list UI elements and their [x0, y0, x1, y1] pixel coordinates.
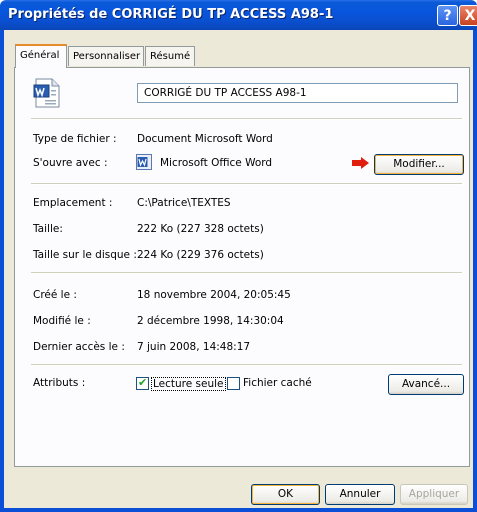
advanced-button-label: Avancé... [401, 378, 451, 390]
cancel-button[interactable]: Annuler [325, 484, 395, 505]
separator [31, 118, 462, 120]
window-title: Propriétés de CORRIGÉ DU TP ACCESS A98-1 [8, 7, 334, 22]
apply-button-label: Appliquer [408, 488, 460, 500]
separator [31, 183, 462, 185]
file-name-value: CORRIGÉ DU TP ACCESS A98-1 [144, 87, 307, 99]
modified-label: Modifié le : [33, 315, 91, 327]
hidden-label[interactable]: Fichier caché [243, 377, 312, 389]
file-name-field[interactable]: CORRIGÉ DU TP ACCESS A98-1 [137, 83, 458, 103]
red-arrow-icon [352, 157, 369, 169]
modified-value: 2 décembre 1998, 14:30:04 [137, 315, 284, 327]
file-type-value: Document Microsoft Word [137, 133, 273, 145]
created-value: 18 novembre 2004, 20:05:45 [137, 289, 291, 301]
location-label: Emplacement : [33, 197, 113, 209]
word-document-icon [33, 78, 60, 108]
close-button[interactable]: X [459, 5, 477, 26]
change-button-label: Modifier... [393, 158, 445, 170]
cancel-button-label: Annuler [339, 488, 381, 500]
location-value: C:\Patrice\TEXTES [137, 197, 231, 209]
readonly-checkbox[interactable]: ✔ [136, 376, 149, 390]
size-label: Taille: [33, 223, 63, 235]
opens-with-label: S'ouvre avec : [33, 157, 108, 169]
accessed-label: Dernier accès le : [33, 341, 125, 353]
disk-size-label: Taille sur le disque : [33, 249, 137, 261]
ok-button-label: OK [277, 488, 294, 500]
accessed-value: 7 juin 2008, 14:48:17 [137, 341, 251, 353]
separator [31, 364, 462, 366]
window-frame-bottom [0, 508, 477, 512]
advanced-button[interactable]: Avancé... [388, 374, 464, 395]
tab-general[interactable]: Général [15, 44, 67, 68]
help-button[interactable]: ? [437, 5, 458, 26]
opens-with-value: Microsoft Office Word [160, 157, 273, 169]
window-frame-right [473, 30, 477, 512]
title-bar[interactable]: Propriétés de CORRIGÉ DU TP ACCESS A98-1… [0, 0, 477, 30]
change-button[interactable]: Modifier... [374, 154, 464, 175]
general-panel [14, 67, 470, 467]
properties-window: Propriétés de CORRIGÉ DU TP ACCESS A98-1… [0, 0, 477, 512]
word-app-icon [136, 154, 152, 170]
size-value: 222 Ko (227 328 octets) [137, 223, 264, 235]
hidden-checkbox[interactable] [227, 377, 240, 390]
tab-resume[interactable]: Résumé [145, 46, 195, 66]
check-mark-icon: ✔ [138, 376, 148, 389]
file-type-label: Type de fichier : [33, 133, 117, 145]
attributes-label: Attributs : [33, 377, 86, 389]
disk-size-value: 224 Ko (229 376 octets) [137, 249, 264, 261]
apply-button[interactable]: Appliquer [400, 484, 468, 505]
readonly-label[interactable]: Lecture seule [151, 377, 226, 391]
ok-button[interactable]: OK [251, 484, 320, 505]
tab-personnaliser[interactable]: Personnaliser [68, 46, 144, 66]
separator [31, 272, 462, 274]
created-label: Créé le : [33, 289, 77, 301]
